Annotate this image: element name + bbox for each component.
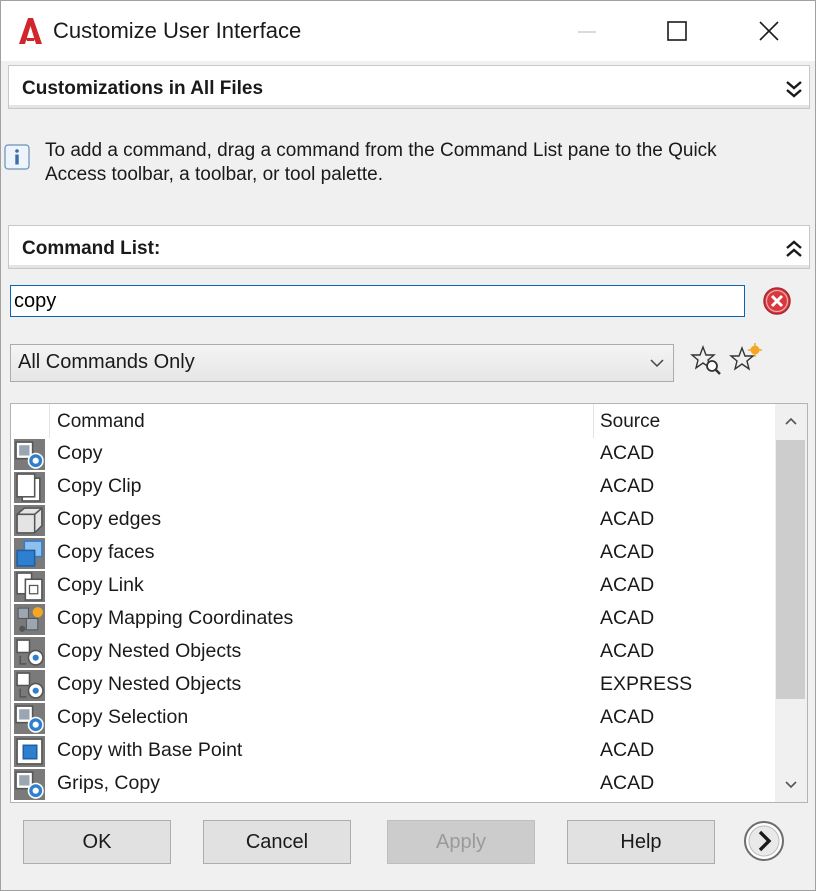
copy-edges-icon <box>14 505 45 536</box>
copy-base-point-icon <box>14 736 45 767</box>
command-name: Copy Nested Objects <box>57 673 242 695</box>
chevron-down-icon <box>650 359 664 368</box>
scroll-down-button[interactable] <box>775 768 807 802</box>
command-row[interactable]: Copy Selection ACAD <box>11 702 774 735</box>
grips-copy-icon <box>14 769 45 800</box>
info-icon <box>4 144 30 170</box>
info-message: To add a command, drag a command from th… <box>45 140 717 185</box>
command-source: ACAD <box>600 640 655 662</box>
help-button[interactable]: Help <box>567 820 715 864</box>
close-button[interactable] <box>723 1 815 61</box>
command-name: Copy Mapping Coordinates <box>57 607 294 629</box>
command-source: ACAD <box>600 706 655 728</box>
column-divider <box>49 404 50 438</box>
command-name: Copy faces <box>57 541 155 563</box>
clear-search-icon[interactable] <box>762 286 792 316</box>
command-name: Grips, Copy <box>57 772 160 794</box>
window-title: Customize User Interface <box>53 18 302 43</box>
table-header: Command Source <box>11 404 774 438</box>
command-name: Copy Selection <box>57 706 189 728</box>
maximize-icon <box>667 21 687 41</box>
command-source: ACAD <box>600 607 655 629</box>
copy-mapping-icon <box>14 604 45 635</box>
command-search-input[interactable] <box>10 285 745 317</box>
command-row[interactable]: Copy ACAD <box>11 438 774 471</box>
command-row[interactable]: Copy Mapping Coordinates ACAD <box>11 603 774 636</box>
chevron-double-up-icon[interactable] <box>783 238 805 260</box>
command-name: Copy Link <box>57 574 144 596</box>
scroll-up-arrow-icon <box>785 417 797 425</box>
command-row[interactable]: Copy Nested Objects ACAD <box>11 636 774 669</box>
close-icon <box>759 21 779 41</box>
customize-ui-window: Customize User Interface Customizations … <box>0 0 816 891</box>
command-row[interactable]: Copy with Base Point ACAD <box>11 735 774 768</box>
copy-faces-icon <box>14 538 45 569</box>
command-source: EXPRESS <box>600 673 693 695</box>
find-command-icon[interactable] <box>690 344 724 376</box>
command-source: ACAD <box>600 475 655 497</box>
command-source: ACAD <box>600 739 655 761</box>
command-name: Copy with Base Point <box>57 739 243 761</box>
cancel-button[interactable]: Cancel <box>203 820 351 864</box>
copy-nested-icon <box>14 670 45 701</box>
autocad-a-icon <box>19 18 42 44</box>
ok-button[interactable]: OK <box>23 820 171 864</box>
command-source: ACAD <box>600 574 655 596</box>
apply-button[interactable]: Apply <box>387 820 535 864</box>
command-list-header-label: Command List: <box>22 238 161 259</box>
copy-link-icon <box>14 571 45 602</box>
create-new-command-icon[interactable] <box>729 342 763 374</box>
customizations-panel-header[interactable]: Customizations in All Files <box>8 65 810 109</box>
command-row[interactable]: Copy faces ACAD <box>11 537 774 570</box>
chevron-double-down-icon[interactable] <box>783 78 805 100</box>
command-name: Copy edges <box>57 508 162 530</box>
command-row[interactable]: Copy edges ACAD <box>11 504 774 537</box>
command-row[interactable]: Grips, Copy ACAD <box>11 768 774 801</box>
command-source: ACAD <box>600 772 655 794</box>
command-source: ACAD <box>600 541 655 563</box>
column-header-command[interactable]: Command <box>57 411 145 433</box>
scroll-thumb[interactable] <box>776 440 805 699</box>
copy-selection-icon <box>14 703 45 734</box>
copy-clip-icon <box>14 472 45 503</box>
command-name: Copy Nested Objects <box>57 640 242 662</box>
command-source: ACAD <box>600 508 655 530</box>
column-divider[interactable] <box>593 404 594 438</box>
column-header-source[interactable]: Source <box>600 411 660 433</box>
command-rows: Copy ACAD Copy Clip ACAD Copy edges ACAD Copy … <box>11 438 774 801</box>
command-name: Copy <box>57 442 103 464</box>
vertical-scrollbar[interactable] <box>775 404 807 802</box>
command-list-panel-header[interactable]: Command List: <box>8 225 810 269</box>
copy-icon <box>14 439 45 470</box>
minimize-icon <box>578 31 596 33</box>
command-row[interactable]: Copy Nested Objects EXPRESS <box>11 669 774 702</box>
command-row[interactable]: Copy Clip ACAD <box>11 471 774 504</box>
minimize-button[interactable] <box>541 1 633 61</box>
command-name: Copy Clip <box>57 475 142 497</box>
scroll-up-button[interactable] <box>775 404 807 438</box>
command-filter-value: All Commands Only <box>18 351 195 373</box>
command-filter-dropdown[interactable]: All Commands Only <box>10 344 674 382</box>
command-list-table[interactable]: Command Source Copy ACAD Copy Clip ACAD Copy… <box>10 403 808 803</box>
chevron-right-circle-icon[interactable] <box>742 819 786 863</box>
copy-nested-icon <box>14 637 45 668</box>
command-source: ACAD <box>600 442 655 464</box>
title-bar[interactable]: Customize User Interface <box>1 1 815 61</box>
customizations-header-label: Customizations in All Files <box>22 78 264 99</box>
command-row[interactable]: Copy Link ACAD <box>11 570 774 603</box>
maximize-button[interactable] <box>631 1 723 61</box>
scroll-down-arrow-icon <box>785 781 797 789</box>
